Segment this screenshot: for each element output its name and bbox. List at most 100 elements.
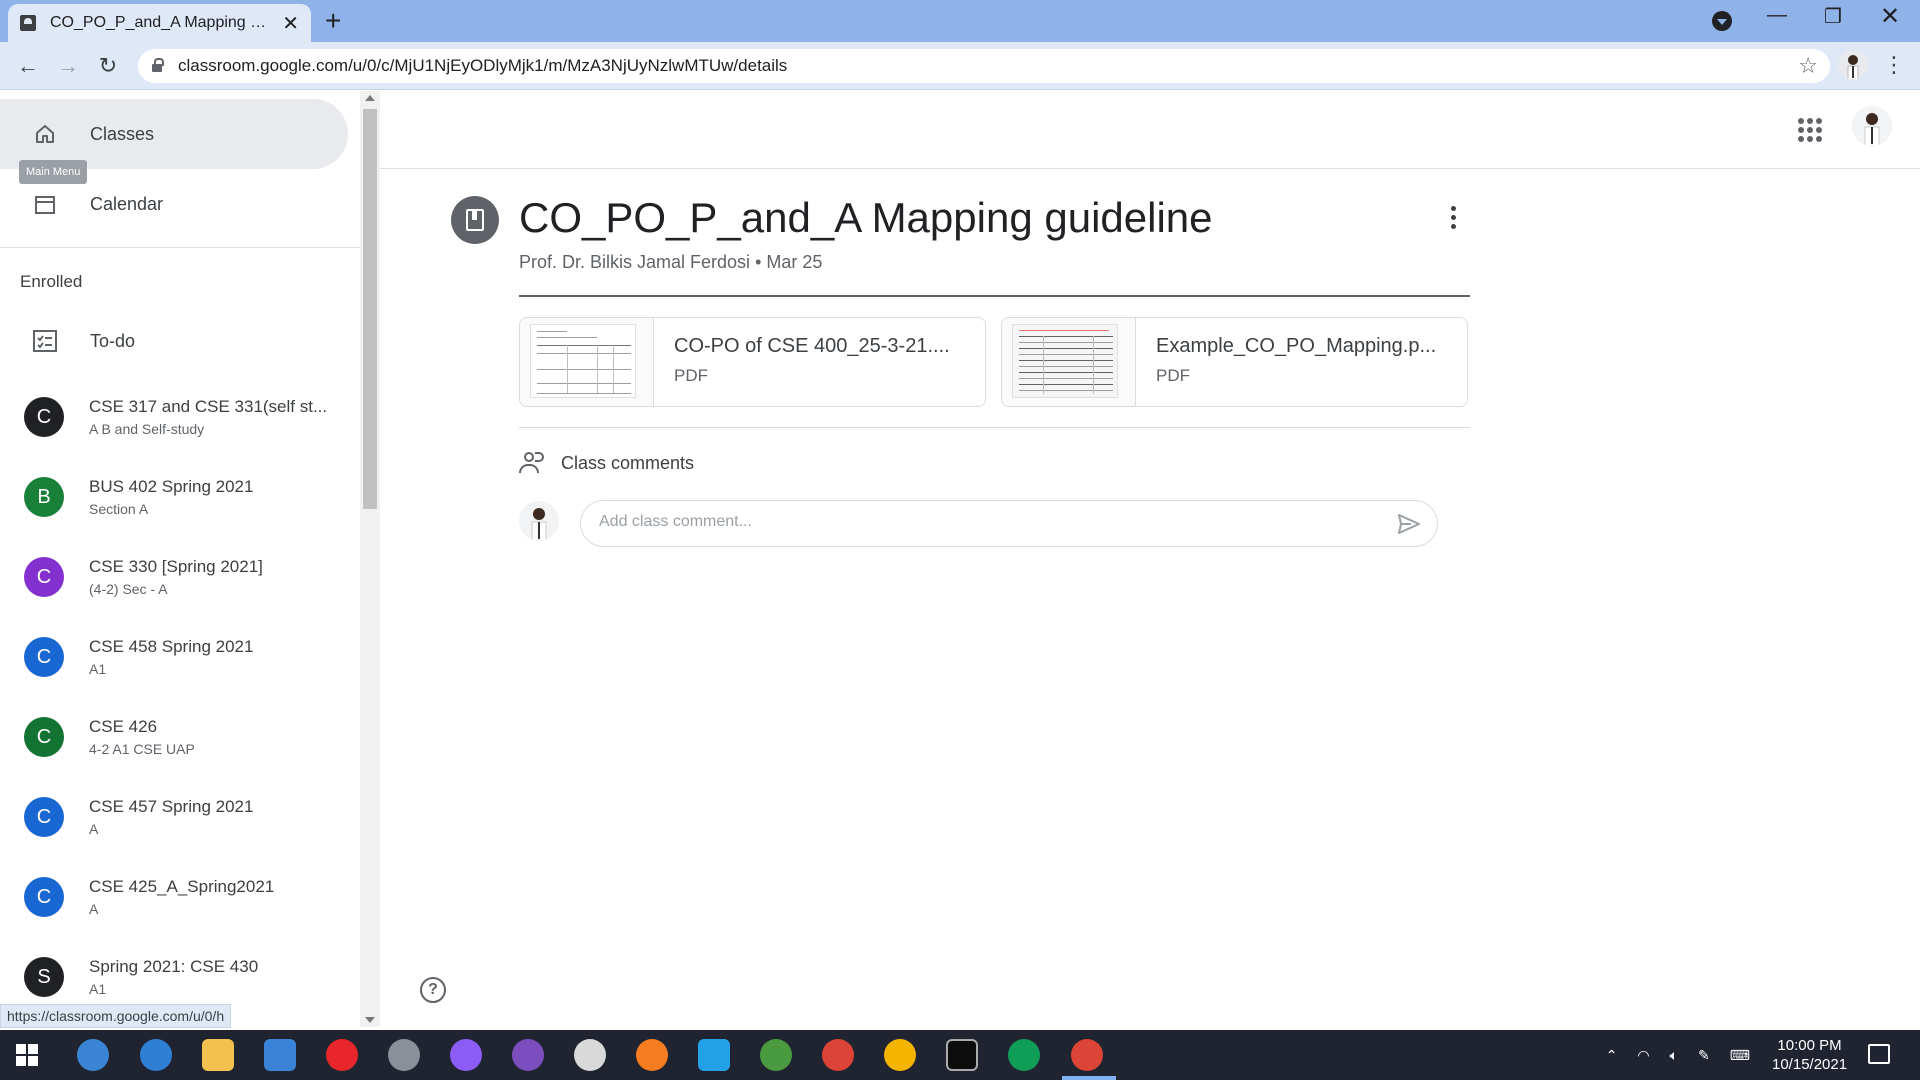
back-arrow-icon[interactable]: ←: [12, 50, 44, 82]
sidebar-class-item[interactable]: C CSE 458 Spring 2021 A1: [0, 617, 348, 697]
class-name: CSE 330 [Spring 2021]: [89, 557, 263, 576]
attachment-name: Example_CO_PO_Mapping.p...: [1156, 335, 1437, 357]
class-name: CSE 457 Spring 2021: [89, 797, 254, 816]
class-avatar: C: [24, 877, 64, 917]
comment-input[interactable]: [599, 513, 1359, 531]
pdf-thumbnail: [520, 318, 654, 406]
sidebar-class-item[interactable]: C CSE 317 and CSE 331(self st... A B and …: [0, 377, 348, 457]
clock-time: 10:00 PM: [1777, 1037, 1842, 1054]
class-name: CSE 426: [89, 717, 158, 736]
github-desktop-icon[interactable]: [512, 1039, 544, 1071]
sidebar-class-item[interactable]: B BUS 402 Spring 2021 Section A: [0, 457, 348, 537]
class-avatar: S: [24, 957, 64, 997]
home-icon: [24, 122, 66, 146]
class-avatar: C: [24, 797, 64, 837]
class-section: A: [89, 901, 99, 917]
terminal-icon[interactable]: [946, 1039, 978, 1071]
people-icon: [519, 451, 547, 475]
new-tab-icon[interactable]: +: [325, 6, 341, 36]
sidebar-divider: [0, 247, 360, 248]
tab-title: CO_PO_P_and_A Mapping guideline: [50, 14, 272, 31]
page-title: CO_PO_P_and_A Mapping guideline: [519, 194, 1213, 241]
more-options-icon[interactable]: [1443, 206, 1463, 236]
chrome-profile-avatar[interactable]: [1838, 50, 1868, 80]
network-icon[interactable]: ◠: [1637, 1047, 1649, 1064]
attachment-card[interactable]: CO-PO of CSE 400_25-3-21.... PDF: [519, 317, 986, 407]
inkscape-icon[interactable]: [388, 1039, 420, 1071]
bookmark-star-icon[interactable]: ☆: [1798, 53, 1818, 79]
sidebar-item-todo[interactable]: To-do: [0, 306, 348, 376]
author-name: Prof. Dr. Bilkis Jamal Ferdosi: [519, 252, 751, 272]
tab-search-icon[interactable]: [1712, 11, 1732, 31]
forward-arrow-icon[interactable]: →: [52, 50, 84, 82]
sidebar-item-label: Classes: [90, 123, 155, 144]
messenger-icon[interactable]: [450, 1039, 482, 1071]
taskbar-clock[interactable]: 10:00 PM 10/15/2021: [1772, 1036, 1847, 1074]
sidebar-class-item[interactable]: C CSE 330 [Spring 2021] (4-2) Sec - A: [0, 537, 348, 617]
chrome-ek-icon[interactable]: [1008, 1039, 1040, 1071]
volume-icon[interactable]: 🔈︎: [1670, 1047, 1678, 1064]
sidebar-class-item[interactable]: C CSE 457 Spring 2021 A: [0, 777, 348, 857]
edge-icon[interactable]: [140, 1039, 172, 1071]
sidebar-item-classes[interactable]: Classes: [0, 99, 348, 169]
tray-expand-icon[interactable]: ⌃: [1606, 1047, 1618, 1064]
class-avatar: C: [24, 397, 64, 437]
attachment-type: PDF: [674, 366, 708, 385]
chrome-icon[interactable]: [884, 1039, 916, 1071]
send-icon[interactable]: [1397, 513, 1421, 535]
sidebar-scrollbar[interactable]: [360, 91, 380, 1027]
class-avatar: C: [24, 557, 64, 597]
chrome-menu-icon[interactable]: ⋮: [1882, 50, 1906, 80]
user-avatar[interactable]: [1852, 106, 1892, 146]
scroll-down-arrow-icon[interactable]: [365, 1017, 375, 1023]
firefox-icon[interactable]: [636, 1039, 668, 1071]
address-bar[interactable]: classroom.google.com/u/0/c/MjU1NjEyODlyM…: [138, 49, 1830, 83]
tab-close-icon[interactable]: ✕: [282, 11, 299, 36]
pen-icon[interactable]: ✎: [1698, 1047, 1710, 1064]
windows-start-icon[interactable]: [16, 1044, 38, 1066]
browser-tab-strip: CO_PO_P_and_A Mapping guideline ✕ + — ❐ …: [0, 0, 1920, 42]
paint-icon[interactable]: [574, 1039, 606, 1071]
post-date: Mar 25: [766, 252, 823, 272]
attachment-name: CO-PO of CSE 400_25-3-21....: [674, 335, 950, 357]
keyboard-icon[interactable]: ⌨: [1730, 1047, 1750, 1064]
class-comments-header: Class comments: [519, 451, 694, 475]
scrollbar-thumb[interactable]: [363, 109, 377, 509]
class-section: (4-2) Sec - A: [89, 581, 168, 597]
reload-icon[interactable]: ↻: [92, 50, 124, 82]
class-section: A B and Self-study: [89, 421, 205, 437]
meta-separator: •: [755, 252, 762, 272]
vscode-icon[interactable]: [698, 1039, 730, 1071]
minimize-icon[interactable]: —: [1757, 4, 1797, 27]
class-avatar: C: [24, 637, 64, 677]
help-icon[interactable]: ?: [420, 977, 446, 1003]
url-text: classroom.google.com/u/0/c/MjU1NjEyODlyM…: [178, 56, 788, 75]
class-name: BUS 402 Spring 2021: [89, 477, 254, 496]
notification-icon[interactable]: [1868, 1044, 1890, 1064]
restore-icon[interactable]: ❐: [1813, 4, 1853, 29]
class-name: CSE 425_A_Spring2021: [89, 877, 275, 896]
qbittorrent-icon[interactable]: [77, 1039, 109, 1071]
main-menu-tooltip: Main Menu: [19, 160, 88, 184]
browser-toolbar: ← → ↻ classroom.google.com/u/0/c/MjU1NjE…: [0, 42, 1920, 90]
chrome-profile-icon[interactable]: [822, 1039, 854, 1071]
eclipse-icon[interactable]: [760, 1039, 792, 1071]
material-book-icon: [451, 196, 499, 244]
material-meta: Prof. Dr. Bilkis Jamal Ferdosi • Mar 25: [519, 252, 822, 273]
mail-icon[interactable]: [264, 1039, 296, 1071]
sidebar-class-item[interactable]: C CSE 425_A_Spring2021 A: [0, 857, 348, 937]
sidebar-class-item[interactable]: C CSE 426 4-2 A1 CSE UAP: [0, 697, 348, 777]
opera-icon[interactable]: [326, 1039, 358, 1071]
taskbar-active-indicator: [1062, 1076, 1116, 1080]
attachment-card[interactable]: Example_CO_PO_Mapping.p... PDF: [1001, 317, 1468, 407]
pdf-thumbnail: [1002, 318, 1136, 406]
scroll-up-arrow-icon[interactable]: [365, 95, 375, 101]
google-apps-icon[interactable]: [1798, 118, 1822, 142]
file-explorer-icon[interactable]: [202, 1039, 234, 1071]
sidebar-item-label: To-do: [90, 330, 136, 351]
browser-tab[interactable]: CO_PO_P_and_A Mapping guideline ✕: [8, 4, 311, 42]
window-close-icon[interactable]: ✕: [1870, 2, 1910, 31]
chrome-active-icon[interactable]: [1071, 1039, 1103, 1071]
comment-box: [580, 500, 1438, 547]
status-bar-link: https://classroom.google.com/u/0/h: [0, 1004, 232, 1028]
